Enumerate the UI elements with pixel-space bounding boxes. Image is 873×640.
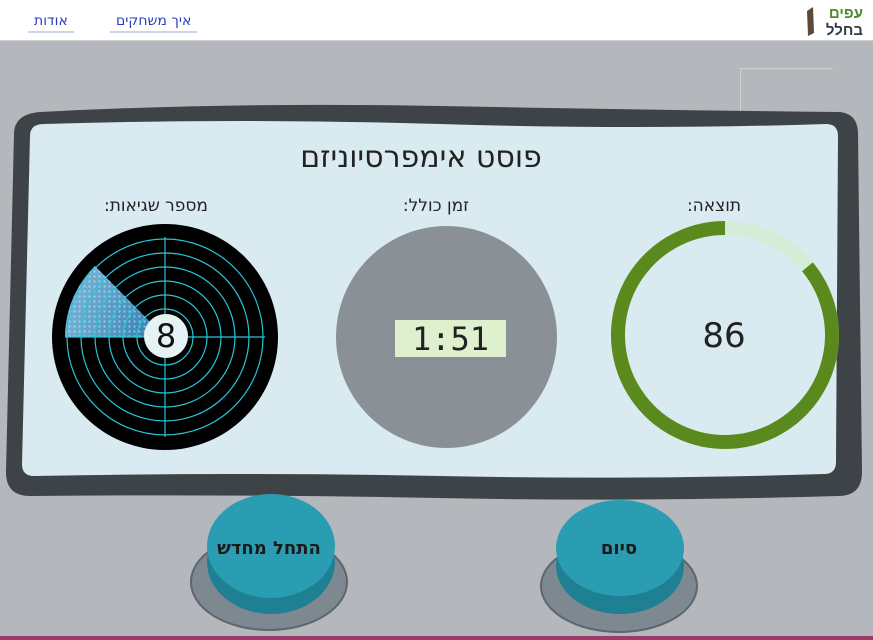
logo-text-line1: עפים [829,5,863,22]
nav-link-about[interactable]: אודות [28,13,74,33]
total-time-value: 1:51 [395,320,506,358]
game-title: פוסט אימפרסיוניזם [300,140,542,175]
bottom-accent-line [0,636,873,640]
finish-button-graphic [540,500,698,633]
total-time-label: זמן כולל: [402,196,470,216]
score-label: תוצאה: [686,196,742,216]
site-logo[interactable]: עפים בחלל [803,3,865,39]
restart-button-label: התחל מחדש [217,538,321,559]
restart-button[interactable]: התחל מחדש [188,494,350,634]
finish-button[interactable]: סיום [538,500,700,636]
errors-value: 8 [144,314,188,358]
top-nav-bar: אודות איך משחקים עפים בחלל [0,0,873,41]
restart-button-graphic [190,494,348,631]
logo-text-line2: בחלל [826,22,864,39]
score-value: 86 [702,316,746,356]
errors-label: מספר שגיאות: [104,196,208,216]
finish-button-label: סיום [600,538,638,559]
nav-link-how-to-play[interactable]: איך משחקים [110,13,198,33]
